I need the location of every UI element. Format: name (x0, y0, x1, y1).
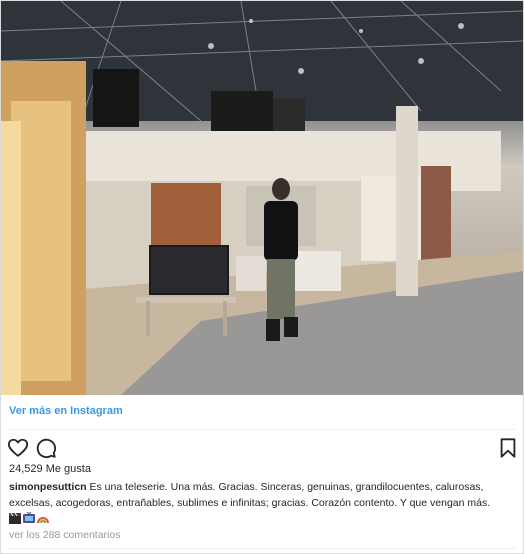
username-link[interactable]: simonpesutticn (9, 481, 87, 493)
post-actions-bar (7, 437, 517, 459)
instagram-embed: Ver más en Instagram 24,529 Me gusta sim… (0, 0, 524, 554)
tv-set-studio-image (1, 1, 523, 395)
rainbow-emoji (37, 511, 49, 524)
post-photo[interactable] (1, 1, 523, 395)
clapper-board-emoji (9, 511, 21, 524)
view-on-instagram-link[interactable]: Ver más en Instagram (9, 405, 123, 421)
tv-emoji (23, 511, 35, 523)
caption-emojis (9, 511, 49, 525)
comment-icon[interactable] (35, 437, 57, 459)
heart-icon[interactable] (7, 437, 29, 459)
likes-count[interactable]: 24,529 Me gusta (9, 463, 91, 475)
bottom-divider (9, 548, 515, 549)
divider (9, 429, 515, 430)
post-caption: simonpesutticn Es una teleserie. Una más… (9, 479, 517, 511)
view-comments-link[interactable]: ver los 288 comentarios (9, 529, 120, 541)
bookmark-icon[interactable] (497, 437, 519, 459)
